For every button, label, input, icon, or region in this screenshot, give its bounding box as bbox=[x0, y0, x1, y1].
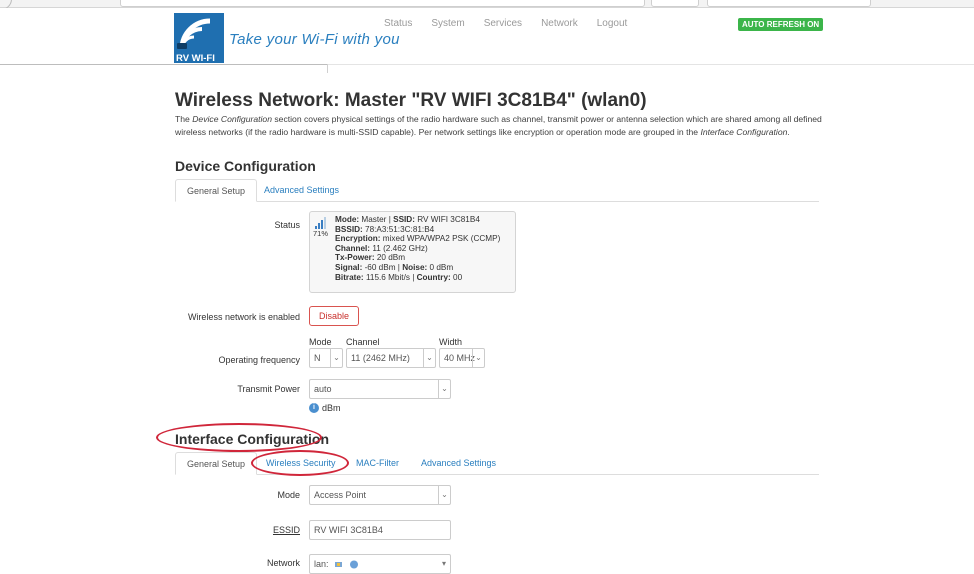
nav-system[interactable]: System bbox=[431, 18, 464, 29]
status-label: Status bbox=[274, 220, 300, 230]
device-tabs: General Setup Advanced Settings bbox=[175, 179, 819, 202]
tab-mac-filter[interactable]: MAC-Filter bbox=[345, 452, 410, 475]
essid-input[interactable]: RV WIFI 3C81B4 bbox=[309, 520, 451, 540]
browser-chrome bbox=[0, 0, 974, 10]
network-select[interactable]: lan: ▾ bbox=[309, 554, 451, 574]
rv-wifi-logo[interactable]: RV WI-FI bbox=[174, 13, 224, 63]
disable-button[interactable]: Disable bbox=[309, 306, 359, 326]
annotation-circle-wireless-security bbox=[251, 450, 349, 476]
essid-label: ESSID bbox=[272, 525, 300, 535]
top-nav: Status System Services Network Logout bbox=[384, 18, 627, 29]
site-header: RV WI-FI Take your Wi-Fi with you Status… bbox=[0, 8, 974, 64]
interface-mode-label: Mode bbox=[277, 490, 300, 500]
auto-refresh-badge[interactable]: AUTO REFRESH ON bbox=[738, 18, 824, 31]
interface-mode-select[interactable]: Access Point ⌄ bbox=[309, 485, 451, 505]
address-bar[interactable] bbox=[120, 0, 645, 7]
network-icon bbox=[349, 560, 358, 569]
chevron-down-icon: ⌄ bbox=[438, 380, 450, 398]
mode-select[interactable]: N ⌄ bbox=[309, 348, 343, 368]
enabled-label: Wireless network is enabled bbox=[187, 312, 300, 322]
chevron-down-icon: ⌄ bbox=[423, 349, 435, 367]
tab-interface-advanced-settings[interactable]: Advanced Settings bbox=[410, 452, 507, 475]
logo-text: RV WI-FI bbox=[176, 53, 215, 63]
chevron-down-icon: ⌄ bbox=[330, 349, 342, 367]
transmit-power-select[interactable]: auto ⌄ bbox=[309, 379, 451, 399]
nav-services[interactable]: Services bbox=[484, 18, 522, 29]
page-description: The Device Configuration section covers … bbox=[175, 114, 822, 137]
transmit-power-label: Transmit Power bbox=[237, 384, 300, 394]
mode-sublabel: Mode bbox=[309, 337, 332, 347]
transmit-power-unit: i dBm bbox=[309, 403, 341, 413]
tab-device-advanced-settings[interactable]: Advanced Settings bbox=[253, 179, 350, 202]
network-label: Network bbox=[266, 558, 300, 568]
tab-interface-general-setup[interactable]: General Setup bbox=[175, 452, 258, 475]
chevron-down-icon: ⌄ bbox=[472, 349, 484, 367]
channel-select[interactable]: 11 (2462 MHz) ⌄ bbox=[346, 348, 436, 368]
toolbar-field[interactable] bbox=[651, 0, 699, 7]
chevron-down-icon: ⌄ bbox=[438, 486, 450, 504]
header-divider-dark bbox=[0, 64, 327, 65]
tab-device-general-setup[interactable]: General Setup bbox=[175, 179, 258, 202]
tagline: Take your Wi-Fi with you bbox=[229, 31, 400, 48]
chevron-down-icon: ▾ bbox=[441, 559, 446, 568]
operating-frequency-label: Operating frequency bbox=[218, 355, 300, 365]
signal-percent: 71% bbox=[313, 229, 329, 238]
bridge-icon bbox=[335, 562, 343, 568]
width-select[interactable]: 40 MHz ⌄ bbox=[439, 348, 485, 368]
width-sublabel: Width bbox=[439, 337, 463, 347]
nav-status[interactable]: Status bbox=[384, 18, 412, 29]
nav-logout[interactable]: Logout bbox=[597, 18, 628, 29]
browser-search-field[interactable] bbox=[707, 0, 871, 7]
annotation-circle-interface bbox=[156, 423, 322, 452]
status-box: 71% Mode: Master | SSID: RV WIFI 3C81B4 … bbox=[309, 211, 516, 293]
info-icon: i bbox=[309, 403, 319, 413]
nav-network[interactable]: Network bbox=[541, 18, 578, 29]
channel-sublabel: Channel bbox=[346, 337, 380, 347]
signal-strength-icon bbox=[315, 217, 326, 229]
page-title: Wireless Network: Master "RV WIFI 3C81B4… bbox=[175, 90, 647, 111]
header-divider-tick bbox=[327, 64, 328, 73]
device-config-title: Device Configuration bbox=[175, 158, 316, 174]
